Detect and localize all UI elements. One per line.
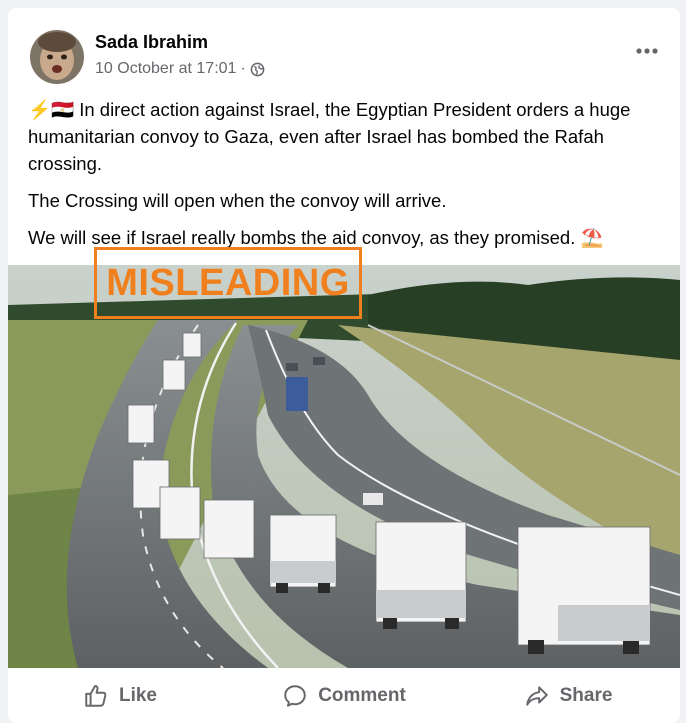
- umbrella-emoji: ⛱️: [580, 227, 604, 248]
- more-options-icon: [636, 48, 658, 54]
- share-label: Share: [559, 684, 613, 706]
- post-paragraph-2: The Crossing will open when the convoy w…: [28, 187, 668, 214]
- share-icon: [525, 685, 548, 706]
- comment-button[interactable]: Comment: [232, 668, 456, 723]
- share-button[interactable]: Share: [456, 668, 680, 723]
- like-button[interactable]: Like: [8, 668, 232, 723]
- post-actions: Like Comment Share: [8, 668, 680, 723]
- more-options-button[interactable]: [636, 42, 658, 60]
- like-icon: [85, 684, 107, 707]
- comment-label: Comment: [318, 684, 406, 706]
- post-image[interactable]: [8, 265, 680, 668]
- author-name[interactable]: Sada Ibrahim: [95, 32, 208, 53]
- like-label: Like: [118, 684, 158, 706]
- post-text: ⚡🇪🇬 In direct action against Israel, the…: [28, 96, 668, 261]
- leading-emoji: ⚡🇪🇬: [28, 99, 75, 120]
- meta-separator: ·: [240, 60, 246, 77]
- globe-icon: [250, 62, 265, 76]
- misleading-label-text: MISLEADING: [106, 261, 350, 304]
- misleading-label: MISLEADING: [94, 247, 362, 319]
- paragraph-2-text: The Crossing will open when the convoy w…: [28, 190, 447, 211]
- avatar[interactable]: [30, 30, 84, 84]
- paragraph-1-text: In direct action against Israel, the Egy…: [28, 99, 631, 174]
- comment-icon: [284, 684, 306, 707]
- post-card: Sada Ibrahim 10 October at 17:01 · ⚡🇪🇬 I…: [8, 8, 680, 723]
- post-timestamp[interactable]: 10 October at 17:01: [95, 60, 236, 78]
- post-meta: 10 October at 17:01 ·: [95, 60, 265, 78]
- post-paragraph-1: ⚡🇪🇬 In direct action against Israel, the…: [28, 96, 668, 177]
- paragraph-3-text: We will see if Israel really bombs the a…: [28, 227, 576, 248]
